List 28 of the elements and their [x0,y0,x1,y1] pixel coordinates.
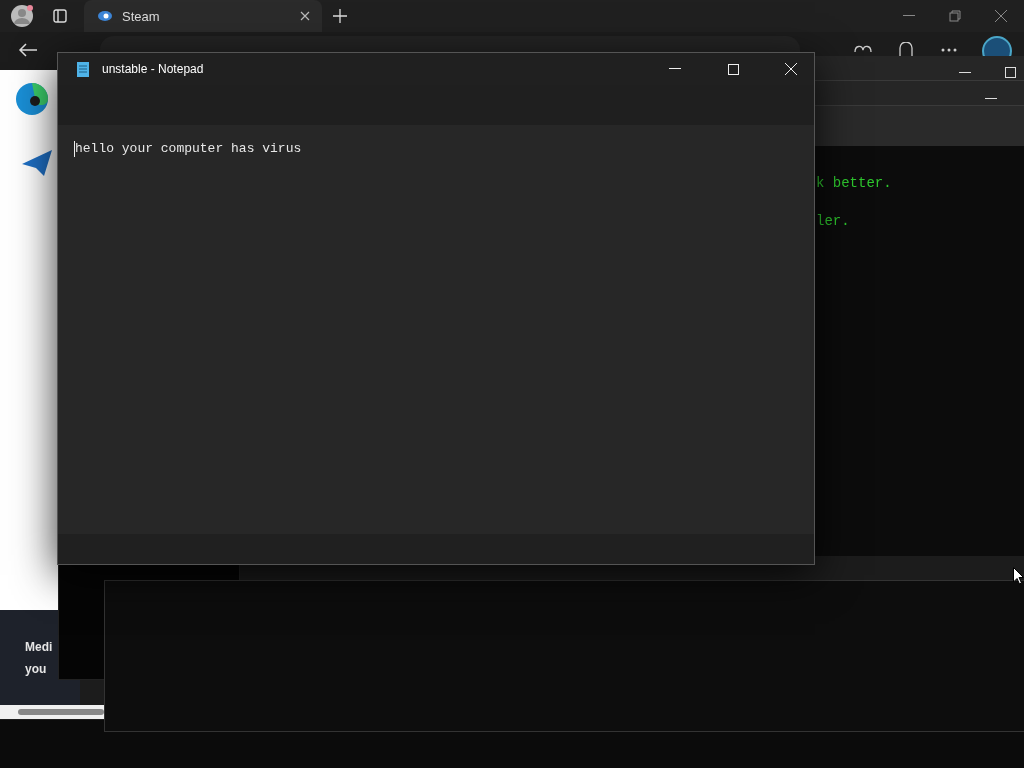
document-text: hello your computer has virus [74,141,302,157]
maximize-icon [727,63,739,75]
console-line: ler. [816,212,851,230]
console-line: k better. [816,174,893,192]
edge-logo-icon[interactable] [15,82,49,116]
close-icon[interactable] [300,11,310,21]
maximize-icon[interactable] [1005,67,1016,78]
tab-actions-icon[interactable] [53,9,67,23]
text-editor[interactable]: hello your computer has virus [58,125,814,534]
footer-text: you [25,661,48,678]
back-icon[interactable] [18,42,38,58]
notepad-icon [76,61,90,77]
minimize-icon[interactable] [985,98,997,100]
new-tab-icon[interactable] [333,9,347,23]
profile-avatar-icon[interactable] [10,4,34,28]
more-icon[interactable] [941,48,957,52]
restore-icon[interactable] [949,10,961,22]
minimize-icon[interactable] [959,72,971,74]
browser-tab[interactable]: Steam [84,0,322,32]
close-icon [785,63,797,75]
minimize-icon[interactable] [903,15,915,17]
horizontal-scrollbar[interactable] [0,705,104,719]
footer-text: Medi [25,639,54,656]
mouse-pointer-icon [1013,567,1024,585]
bird-logo-icon [22,150,52,176]
window-title: unstable - Notepad [102,62,205,76]
close-icon[interactable] [995,10,1007,22]
minimize-icon [669,68,681,70]
